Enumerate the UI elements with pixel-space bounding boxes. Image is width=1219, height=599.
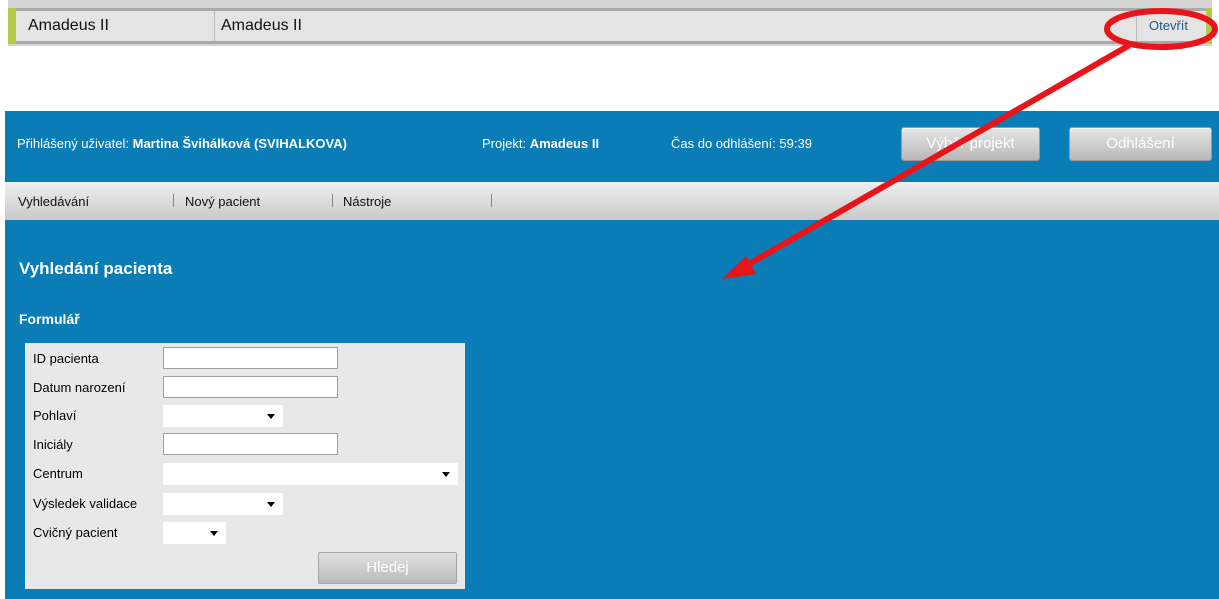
nav-item-new-patient[interactable]: Nový pacient bbox=[185, 194, 260, 209]
app-header: Přihlášený uživatel: Martina Švihálková … bbox=[5, 111, 1219, 182]
open-project-link[interactable]: Otevřít bbox=[1149, 11, 1188, 41]
column-divider bbox=[214, 11, 215, 41]
dropdown-arrow-icon bbox=[267, 502, 275, 507]
project-info: Projekt: Amadeus II bbox=[482, 136, 599, 151]
table-divider bbox=[16, 41, 1206, 44]
project-label: Projekt: bbox=[482, 136, 527, 151]
patient-id-label: ID pacienta bbox=[33, 351, 99, 366]
user-name: Martina Švihálková (SVIHALKOVA) bbox=[132, 136, 347, 151]
form-row-sex: Pohlaví bbox=[33, 404, 463, 428]
page-title: Vyhledání pacienta bbox=[19, 259, 173, 278]
patient-id-input[interactable] bbox=[163, 347, 338, 369]
form-row-initials: Iniciály bbox=[33, 433, 463, 457]
table-row: Amadeus II Amadeus II Otevřít bbox=[16, 11, 1206, 41]
dropdown-arrow-icon bbox=[442, 472, 450, 477]
dropdown-arrow-icon bbox=[267, 414, 275, 419]
timer-value: 59:39 bbox=[779, 136, 812, 151]
sex-select[interactable] bbox=[163, 405, 283, 427]
form-row-center: Centrum bbox=[33, 462, 463, 486]
nav-item-tools[interactable]: Nástroje bbox=[343, 194, 391, 209]
choose-project-button[interactable]: Výběr projekt bbox=[901, 127, 1040, 161]
logout-button[interactable]: Odhlášení bbox=[1069, 127, 1212, 161]
search-button[interactable]: Hledej bbox=[318, 552, 457, 584]
initials-label: Iniciály bbox=[33, 437, 73, 452]
nav-item-search[interactable]: Vyhledávání bbox=[18, 194, 89, 209]
center-label: Centrum bbox=[33, 466, 83, 481]
timer-label: Čas do odhlášení: bbox=[671, 136, 776, 151]
logged-user-info: Přihlášený uživatel: Martina Švihálková … bbox=[17, 136, 347, 151]
form-row-birth-date: Datum narození bbox=[33, 376, 463, 400]
nav-divider bbox=[173, 194, 174, 207]
practice-patient-label: Cvičný pacient bbox=[33, 525, 118, 540]
session-timer: Čas do odhlášení: 59:39 bbox=[671, 136, 812, 151]
main-nav: Vyhledávání Nový pacient Nástroje bbox=[5, 182, 1219, 222]
project-name: Amadeus II bbox=[529, 136, 600, 151]
validation-result-label: Výsledek validace bbox=[33, 496, 138, 511]
form-row-practice-patient: Cvičný pacient bbox=[33, 521, 463, 545]
sex-label: Pohlaví bbox=[33, 408, 77, 423]
column-divider bbox=[1136, 11, 1137, 41]
birth-date-label: Datum narození bbox=[33, 380, 126, 395]
project-name-cell: Amadeus II bbox=[28, 17, 109, 34]
user-label: Přihlášený uživatel: bbox=[17, 136, 129, 151]
form-row-patient-id: ID pacienta bbox=[33, 347, 463, 371]
row-accent-right bbox=[1206, 8, 1212, 44]
center-select[interactable] bbox=[163, 463, 458, 485]
form-title: Formulář bbox=[19, 311, 80, 327]
nav-divider bbox=[491, 194, 492, 207]
practice-patient-select[interactable] bbox=[163, 522, 226, 544]
form-row-validation-result: Výsledek validace bbox=[33, 492, 463, 516]
birth-date-input[interactable] bbox=[163, 376, 338, 398]
dropdown-arrow-icon bbox=[210, 531, 218, 536]
search-form: ID pacienta Datum narození Pohlaví Inici… bbox=[25, 343, 465, 589]
initials-input[interactable] bbox=[163, 433, 338, 455]
validation-result-select[interactable] bbox=[163, 493, 283, 515]
main-content: Vyhledání pacienta Formulář ID pacienta … bbox=[5, 220, 1219, 599]
project-table: Amadeus II Amadeus II Otevřít bbox=[8, 0, 1212, 46]
nav-divider bbox=[332, 194, 333, 207]
row-accent-left bbox=[8, 8, 16, 44]
project-title-cell: Amadeus II bbox=[221, 17, 302, 34]
